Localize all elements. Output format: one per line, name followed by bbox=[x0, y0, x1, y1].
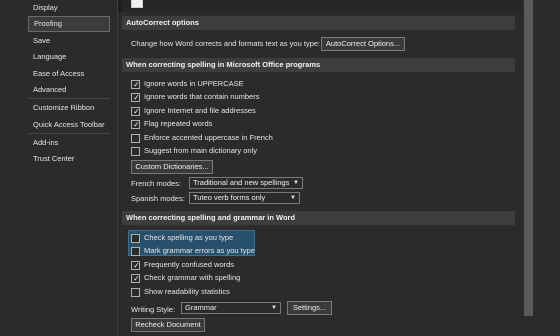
ignore-internet-addresses-label: Ignore Internet and file addresses bbox=[144, 106, 256, 115]
sidebar-item-language[interactable]: Language bbox=[28, 49, 110, 65]
custom-dictionaries-button[interactable]: Custom Dictionaries... bbox=[131, 160, 213, 174]
mark-grammar-errors-label: Mark grammar errors as you type bbox=[144, 246, 255, 255]
writing-style-settings-button[interactable]: Settings... bbox=[287, 301, 332, 315]
ignore-numbers-checkbox[interactable]: ✓ bbox=[131, 93, 140, 102]
scrollbar-thumb[interactable] bbox=[524, 0, 533, 316]
check-icon: ✓ bbox=[133, 120, 140, 129]
check-grammar-with-spelling-label: Check grammar with spelling bbox=[144, 273, 241, 282]
writing-style-value: Grammar bbox=[185, 303, 217, 312]
check-icon: ✓ bbox=[133, 80, 140, 89]
section-header-office-spelling: When correcting spelling in Microsoft Of… bbox=[122, 58, 515, 72]
options-sidebar: Display Proofing Save Language Ease of A… bbox=[0, 0, 118, 336]
chevron-down-icon: ▼ bbox=[293, 180, 299, 186]
sidebar-item-advanced[interactable]: Advanced bbox=[28, 82, 110, 98]
check-spelling-as-you-type-label: Check spelling as you type bbox=[144, 233, 234, 242]
check-icon: ✓ bbox=[133, 261, 140, 270]
writing-style-select[interactable]: Grammar ▼ bbox=[181, 302, 281, 314]
sidebar-divider bbox=[28, 133, 110, 134]
french-modes-label: French modes: bbox=[131, 179, 182, 188]
ignore-internet-addresses-checkbox[interactable]: ✓ bbox=[131, 107, 140, 116]
suggest-main-dictionary-checkbox[interactable] bbox=[131, 147, 140, 156]
top-strip-panel bbox=[122, 0, 522, 12]
frequently-confused-words-label: Frequently confused words bbox=[144, 260, 235, 269]
sidebar-divider bbox=[28, 98, 110, 99]
sidebar-item-proofing[interactable]: Proofing bbox=[28, 16, 110, 32]
sidebar-item-customize-ribbon[interactable]: Customize Ribbon bbox=[28, 100, 110, 116]
ignore-numbers-label: Ignore words that contain numbers bbox=[144, 92, 260, 101]
ignore-uppercase-checkbox[interactable]: ✓ bbox=[131, 80, 140, 89]
ignore-uppercase-label: Ignore words in UPPERCASE bbox=[144, 79, 244, 88]
proofing-page-icon bbox=[131, 0, 143, 8]
section-header-word-spelling-grammar: When correcting spelling and grammar in … bbox=[122, 211, 515, 225]
vertical-scrollbar[interactable] bbox=[522, 0, 535, 336]
mark-grammar-errors-checkbox[interactable] bbox=[131, 247, 140, 256]
spanish-modes-select[interactable]: Tuteo verb forms only ▼ bbox=[189, 192, 300, 204]
autocorrect-description: Change how Word corrects and formats tex… bbox=[131, 39, 321, 48]
french-modes-value: Traditional and new spellings bbox=[193, 178, 290, 187]
enforce-accented-uppercase-label: Enforce accented uppercase in French bbox=[144, 133, 273, 142]
sidebar-item-save[interactable]: Save bbox=[28, 33, 110, 49]
check-icon: ✓ bbox=[133, 93, 140, 102]
flag-repeated-words-label: Flag repeated words bbox=[144, 119, 213, 128]
show-readability-statistics-label: Show readability statistics bbox=[144, 287, 230, 296]
check-icon: ✓ bbox=[133, 274, 140, 283]
sidebar-item-add-ins[interactable]: Add-ins bbox=[28, 135, 110, 151]
right-gutter bbox=[535, 0, 560, 336]
chevron-down-icon: ▼ bbox=[290, 195, 296, 201]
chevron-down-icon: ▼ bbox=[271, 305, 277, 311]
recheck-document-button[interactable]: Recheck Document bbox=[131, 318, 205, 332]
sidebar-item-quick-access-toolbar[interactable]: Quick Access Toolbar bbox=[28, 117, 110, 133]
sidebar-item-trust-center[interactable]: Trust Center bbox=[28, 151, 110, 167]
check-icon: ✓ bbox=[133, 107, 140, 116]
sidebar-item-ease-of-access[interactable]: Ease of Access bbox=[28, 66, 110, 82]
check-spelling-as-you-type-checkbox[interactable] bbox=[131, 234, 140, 243]
section-header-autocorrect: AutoCorrect options bbox=[122, 16, 515, 30]
suggest-main-dictionary-label: Suggest from main dictionary only bbox=[144, 146, 257, 155]
spanish-modes-value: Tuteo verb forms only bbox=[193, 193, 266, 202]
show-readability-statistics-checkbox[interactable] bbox=[131, 288, 140, 297]
frequently-confused-words-checkbox[interactable]: ✓ bbox=[131, 261, 140, 270]
autocorrect-options-button[interactable]: AutoCorrect Options... bbox=[321, 37, 405, 51]
sidebar-item-display[interactable]: Display bbox=[28, 0, 110, 16]
writing-style-label: Writing Style: bbox=[131, 305, 176, 314]
spanish-modes-label: Spanish modes: bbox=[131, 194, 185, 203]
french-modes-select[interactable]: Traditional and new spellings ▼ bbox=[189, 177, 303, 189]
flag-repeated-words-checkbox[interactable]: ✓ bbox=[131, 120, 140, 129]
enforce-accented-uppercase-checkbox[interactable] bbox=[131, 134, 140, 143]
check-grammar-with-spelling-checkbox[interactable]: ✓ bbox=[131, 274, 140, 283]
